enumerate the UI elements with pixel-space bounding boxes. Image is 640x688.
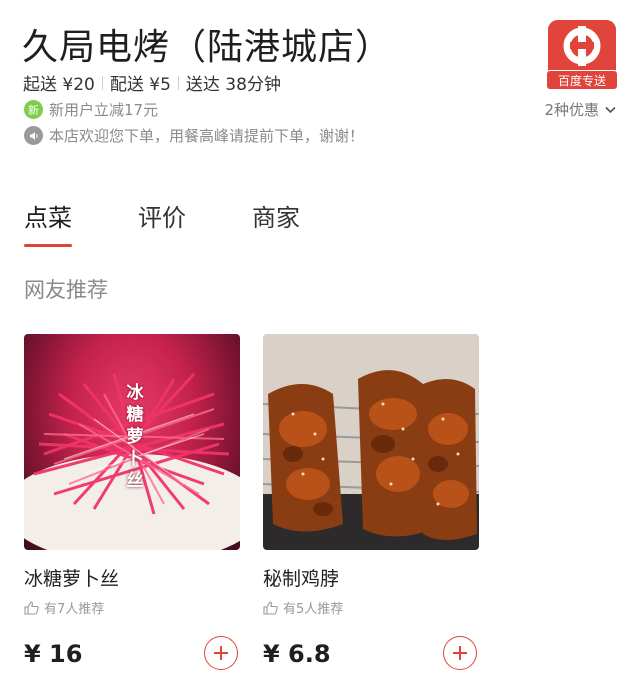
delivery-fee: 配送 ¥5	[109, 75, 171, 95]
recommend-count: 有7人推荐	[24, 598, 104, 617]
tab-order[interactable]: 点菜	[24, 198, 72, 247]
offers-toggle[interactable]: 2种优惠	[544, 99, 616, 120]
min-order: 起送 ¥20	[23, 75, 95, 95]
tab-reviews[interactable]: 评价	[138, 198, 186, 233]
offers-text: 2种优惠	[544, 101, 599, 119]
recommend-count: 有5人推荐	[263, 598, 343, 617]
plus-icon	[214, 646, 228, 660]
plus-icon	[453, 646, 467, 660]
shop-notice: 本店欢迎您下单，用餐高峰请提前下单，谢谢！	[24, 125, 364, 146]
product-card[interactable]: 冰糖萝卜丝 冰糖萝卜丝 有7人推荐 ¥ 16	[24, 334, 240, 670]
shop-delivery-info: 起送 ¥20 配送 ¥5 送达 38分钟	[23, 70, 281, 95]
shop-name: 久局电烤（陆港城店）	[22, 27, 393, 68]
image-caption: 冰糖萝卜丝	[126, 383, 144, 491]
shop-notice-text: 本店欢迎您下单，用餐高峰请提前下单，谢谢！	[49, 127, 365, 145]
new-user-promo: 新 新用户立减17元	[24, 99, 158, 120]
tab-merchant[interactable]: 商家	[252, 198, 300, 233]
recommend-text: 有7人推荐	[44, 602, 105, 617]
recommend-text: 有5人推荐	[283, 602, 344, 617]
add-to-cart-button[interactable]	[204, 636, 238, 670]
tab-bar: 点菜 评价 商家	[24, 198, 366, 247]
product-image[interactable]	[263, 334, 479, 550]
product-card[interactable]: 秘制鸡脖 有5人推荐 ¥ 6.8	[263, 334, 479, 670]
thumbs-up-icon	[24, 600, 39, 615]
add-to-cart-button[interactable]	[443, 636, 477, 670]
product-image[interactable]: 冰糖萝卜丝	[24, 334, 240, 550]
product-name: 秘制鸡脖	[263, 568, 340, 590]
delivery-eta: 送达 38分钟	[185, 75, 281, 95]
divider	[101, 75, 103, 90]
product-price: ¥ 6.8	[263, 640, 331, 668]
new-badge-icon: 新	[24, 100, 43, 119]
chevron-down-icon	[605, 103, 616, 117]
logo-label: 百度专送	[546, 70, 618, 90]
divider	[177, 75, 179, 90]
section-title: 网友推荐	[24, 278, 108, 302]
product-name: 冰糖萝卜丝	[24, 568, 120, 590]
speaker-icon	[24, 126, 43, 145]
product-price: ¥ 16	[24, 640, 83, 668]
new-user-promo-text: 新用户立减17元	[49, 101, 159, 119]
thumbs-up-icon	[263, 600, 278, 615]
